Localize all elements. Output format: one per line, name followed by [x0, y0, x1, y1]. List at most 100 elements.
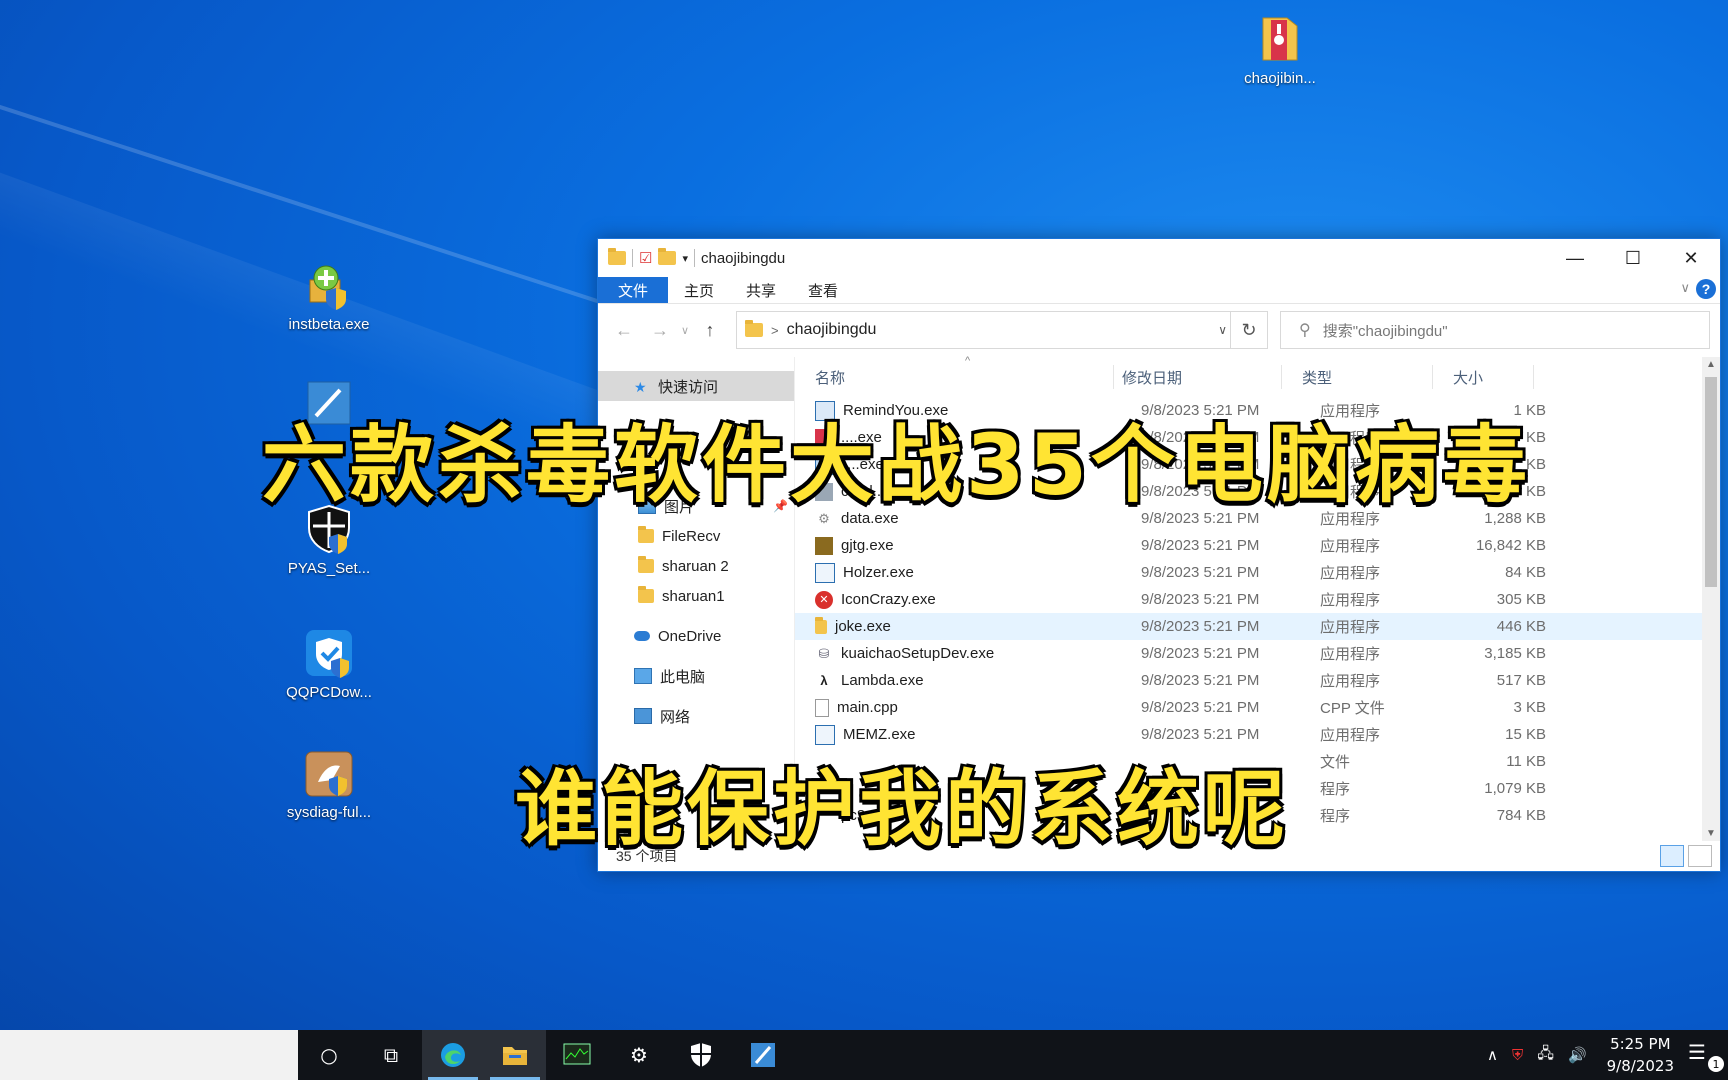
forward-button[interactable]: → [642, 320, 678, 341]
app-taskbar-icon[interactable] [732, 1030, 794, 1080]
details-view-icon[interactable] [1660, 845, 1684, 867]
folder-icon [638, 526, 654, 543]
file-date: 9/8/2023 5:21 PM [1141, 564, 1260, 581]
file-row[interactable]: Holzer.exe 9/8/2023 5:21 PM 应用程序 84 KB [795, 559, 1720, 586]
desktop-icon-instbeta[interactable]: instbeta.exe [274, 258, 384, 333]
back-button[interactable]: ← [606, 320, 642, 341]
desktop-icon-sysdiag[interactable]: sysdiag-ful... [274, 746, 384, 821]
chevron-right-icon[interactable]: > [771, 323, 779, 338]
quick-access-toolbar: ☑ ▾ chaojibingdu [608, 248, 785, 267]
customize-toolbar-icon[interactable]: ▾ [682, 252, 688, 265]
scrollbar-thumb[interactable] [1705, 377, 1717, 587]
taskbar-search-box[interactable] [0, 1030, 298, 1080]
search-input[interactable]: ⚲ 搜索"chaojibingdu" [1280, 311, 1710, 349]
file-size: 16,842 KB [1475, 537, 1546, 554]
column-header-type[interactable]: 类型 [1282, 365, 1433, 389]
zip-folder-icon [1253, 12, 1307, 66]
file-date: 9/8/2023 5:21 PM [1141, 618, 1260, 635]
tab-home[interactable]: 主页 [668, 277, 730, 303]
tencent-shield-icon [302, 626, 356, 680]
file-row[interactable]: main.cpp 9/8/2023 5:21 PM CPP 文件 3 KB [795, 694, 1720, 721]
settings-gear-icon[interactable]: ⚙ [608, 1030, 670, 1080]
nav-item-onedrive[interactable]: OneDrive [598, 621, 794, 651]
file-row[interactable]: ✕ IconCrazy.exe 9/8/2023 5:21 PM 应用程序 305… [795, 586, 1720, 613]
desktop-icon-label: QQPCDow... [286, 684, 372, 701]
desktop-icon-chaojibingdu[interactable]: chaojibin... [1225, 12, 1335, 87]
tab-view[interactable]: 查看 [792, 277, 854, 303]
document-icon [815, 698, 829, 717]
desktop-icon-label: sysdiag-ful... [286, 804, 372, 821]
nav-item-network[interactable]: 网络 [598, 701, 794, 731]
file-type: 文件 [1320, 754, 1351, 771]
image-exe-icon [815, 536, 833, 555]
lambda-icon: λ [820, 673, 828, 688]
file-date: 9/8/2023 5:21 PM [1141, 591, 1260, 608]
column-header-size[interactable]: 大小 [1433, 365, 1534, 389]
nav-item-this-pc[interactable]: 此电脑 [598, 661, 794, 691]
antivirus-tray-icon[interactable]: ⛨ [1512, 1046, 1523, 1064]
windows-security-shield-icon[interactable] [670, 1030, 732, 1080]
tab-share[interactable]: 共享 [730, 277, 792, 303]
task-view-icon[interactable]: ⧉ [360, 1030, 422, 1080]
minimize-button[interactable]: — [1546, 239, 1604, 277]
nav-item-label: sharuan 2 [662, 557, 729, 575]
show-hidden-icons-chevron-icon[interactable]: ∧ [1487, 1046, 1498, 1064]
network-icon [634, 708, 652, 724]
scroll-down-icon[interactable]: ▼ [1702, 828, 1720, 839]
file-row[interactable]: gjtg.exe 9/8/2023 5:21 PM 应用程序 16,842 KB [795, 532, 1720, 559]
file-name: joke.exe [835, 618, 891, 635]
package-icon [302, 746, 356, 800]
nav-item-sharuan-2[interactable]: sharuan 2 [598, 551, 794, 581]
error-icon: ✕ [815, 590, 833, 609]
column-header-date[interactable]: 修改日期 [1114, 365, 1282, 389]
column-header-name[interactable]: 名称 [795, 365, 1114, 389]
help-button[interactable]: ? [1696, 279, 1716, 299]
desktop-icon-label: instbeta.exe [288, 316, 370, 333]
up-button[interactable]: ↑ [692, 320, 728, 341]
file-row[interactable]: joke.exe 9/8/2023 5:21 PM 应用程序 446 KB [795, 613, 1720, 640]
file-row[interactable]: λ Lambda.exe 9/8/2023 5:21 PM 应用程序 517 KB [795, 667, 1720, 694]
new-folder-icon[interactable] [658, 248, 677, 265]
file-explorer-taskbar-icon[interactable] [484, 1030, 546, 1080]
address-bar[interactable]: > chaojibingdu ∨ ↻ [736, 311, 1268, 349]
divider [632, 249, 633, 267]
file-size: 11 KB [1506, 753, 1546, 770]
expand-ribbon-icon[interactable]: ∨ [1680, 280, 1690, 296]
clock[interactable]: 5:25 PM 9/8/2023 [1607, 1033, 1674, 1077]
properties-icon[interactable]: ☑ [639, 249, 652, 267]
file-name: Lambda.exe [841, 672, 924, 689]
breadcrumb[interactable]: chaojibingdu [787, 321, 877, 339]
folder-icon [815, 616, 827, 634]
desktop-icon-qqpc[interactable]: QQPCDow... [274, 626, 384, 701]
file-type: 应用程序 [1320, 619, 1381, 636]
volume-icon[interactable]: 🔊 [1568, 1046, 1587, 1064]
file-size: 1,079 KB [1484, 780, 1546, 797]
chevron-down-icon[interactable]: ∨ [1218, 323, 1227, 337]
system-tray: ∧ ⛨ 🖧 🔊 5:25 PM 9/8/2023 ☰ 1 [1487, 1033, 1728, 1077]
tab-file[interactable]: 文件 [598, 277, 669, 303]
desktop-icon-label: PYAS_Set... [287, 560, 371, 577]
file-size: 15 KB [1505, 726, 1546, 743]
nav-item-filerecv[interactable]: FileRecv [598, 521, 794, 551]
refresh-button[interactable]: ↻ [1230, 312, 1267, 348]
file-row[interactable]: ⛁ kuaichaoSetupDev.exe 9/8/2023 5:21 PM 应… [795, 640, 1720, 667]
maximize-button[interactable]: ☐ [1604, 239, 1662, 277]
nav-item-sharuan1[interactable]: sharuan1 [598, 581, 794, 611]
recent-locations-icon[interactable]: ∨ [678, 324, 692, 337]
action-center-icon[interactable]: ☰ 1 [1688, 1040, 1724, 1072]
close-button[interactable]: ✕ [1662, 239, 1720, 277]
large-icons-view-icon[interactable] [1688, 845, 1712, 867]
file-type: CPP 文件 [1320, 700, 1385, 717]
network-tray-icon[interactable]: 🖧 [1537, 1043, 1554, 1068]
clock-date: 9/8/2023 [1606, 1057, 1674, 1075]
nav-item-label: 网络 [660, 708, 691, 726]
resource-monitor-icon[interactable] [546, 1030, 608, 1080]
file-size: 305 KB [1496, 591, 1546, 608]
nav-item-quick-access[interactable]: ★ 快速访问 [598, 371, 794, 401]
file-name: MEMZ.exe [843, 726, 916, 743]
cortana-icon[interactable]: ○ [298, 1030, 360, 1080]
vertical-scrollbar[interactable]: ▲ ▼ [1702, 357, 1720, 841]
scroll-up-icon[interactable]: ▲ [1702, 359, 1720, 370]
edge-icon[interactable] [422, 1030, 484, 1080]
folder-icon [745, 320, 763, 337]
